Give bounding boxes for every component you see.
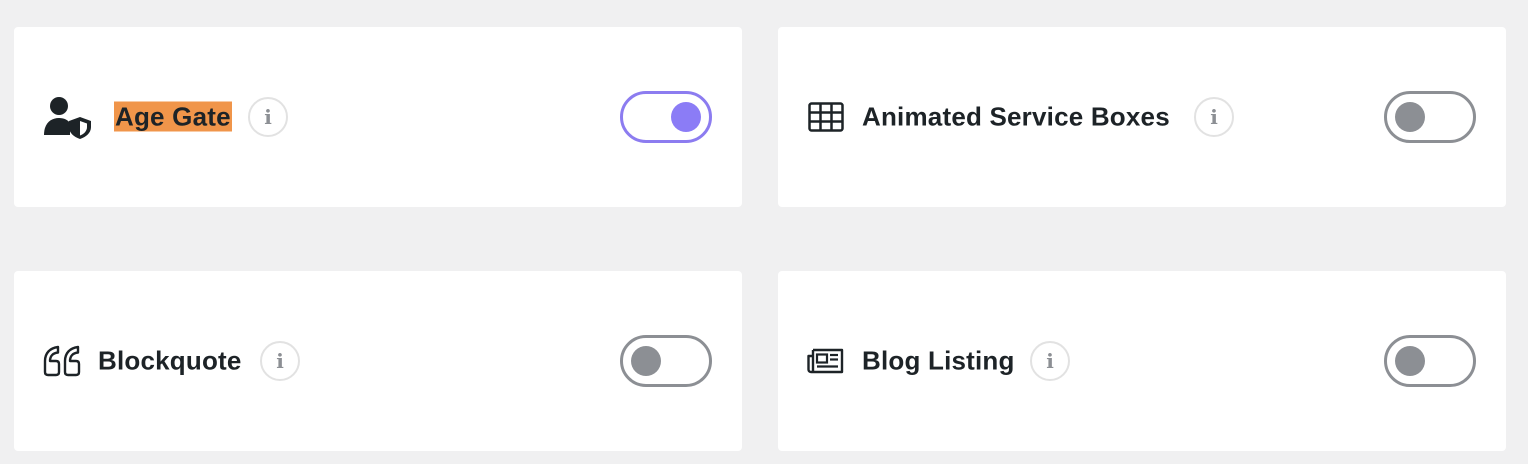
- toggle-knob: [631, 346, 661, 376]
- toggle-knob: [1395, 102, 1425, 132]
- info-icon[interactable]: i: [248, 97, 288, 137]
- module-card-blog-listing: Blog Listing i: [778, 271, 1506, 451]
- grid-table-icon: [800, 93, 852, 141]
- module-label: Blog Listing: [862, 345, 1015, 376]
- toggle-knob: [671, 102, 701, 132]
- quote-icon: [36, 337, 88, 385]
- info-icon[interactable]: i: [260, 341, 300, 381]
- module-card-blockquote: Blockquote i: [14, 271, 742, 451]
- newspaper-icon: [800, 337, 852, 385]
- user-shield-icon: [42, 93, 94, 141]
- toggle-knob: [1395, 346, 1425, 376]
- module-toggle[interactable]: [620, 91, 712, 143]
- module-card-age-gate: Age Gate i: [14, 27, 742, 207]
- module-label: Blockquote: [98, 345, 242, 376]
- module-card-animated-service-boxes: Animated Service Boxes i: [778, 27, 1506, 207]
- info-icon[interactable]: i: [1194, 97, 1234, 137]
- module-label: Animated Service Boxes: [862, 101, 1170, 132]
- module-label: Age Gate: [114, 101, 232, 133]
- module-toggle[interactable]: [1384, 91, 1476, 143]
- module-toggle[interactable]: [620, 335, 712, 387]
- search-highlight: Age Gate: [114, 101, 232, 132]
- module-toggle[interactable]: [1384, 335, 1476, 387]
- info-icon[interactable]: i: [1030, 341, 1070, 381]
